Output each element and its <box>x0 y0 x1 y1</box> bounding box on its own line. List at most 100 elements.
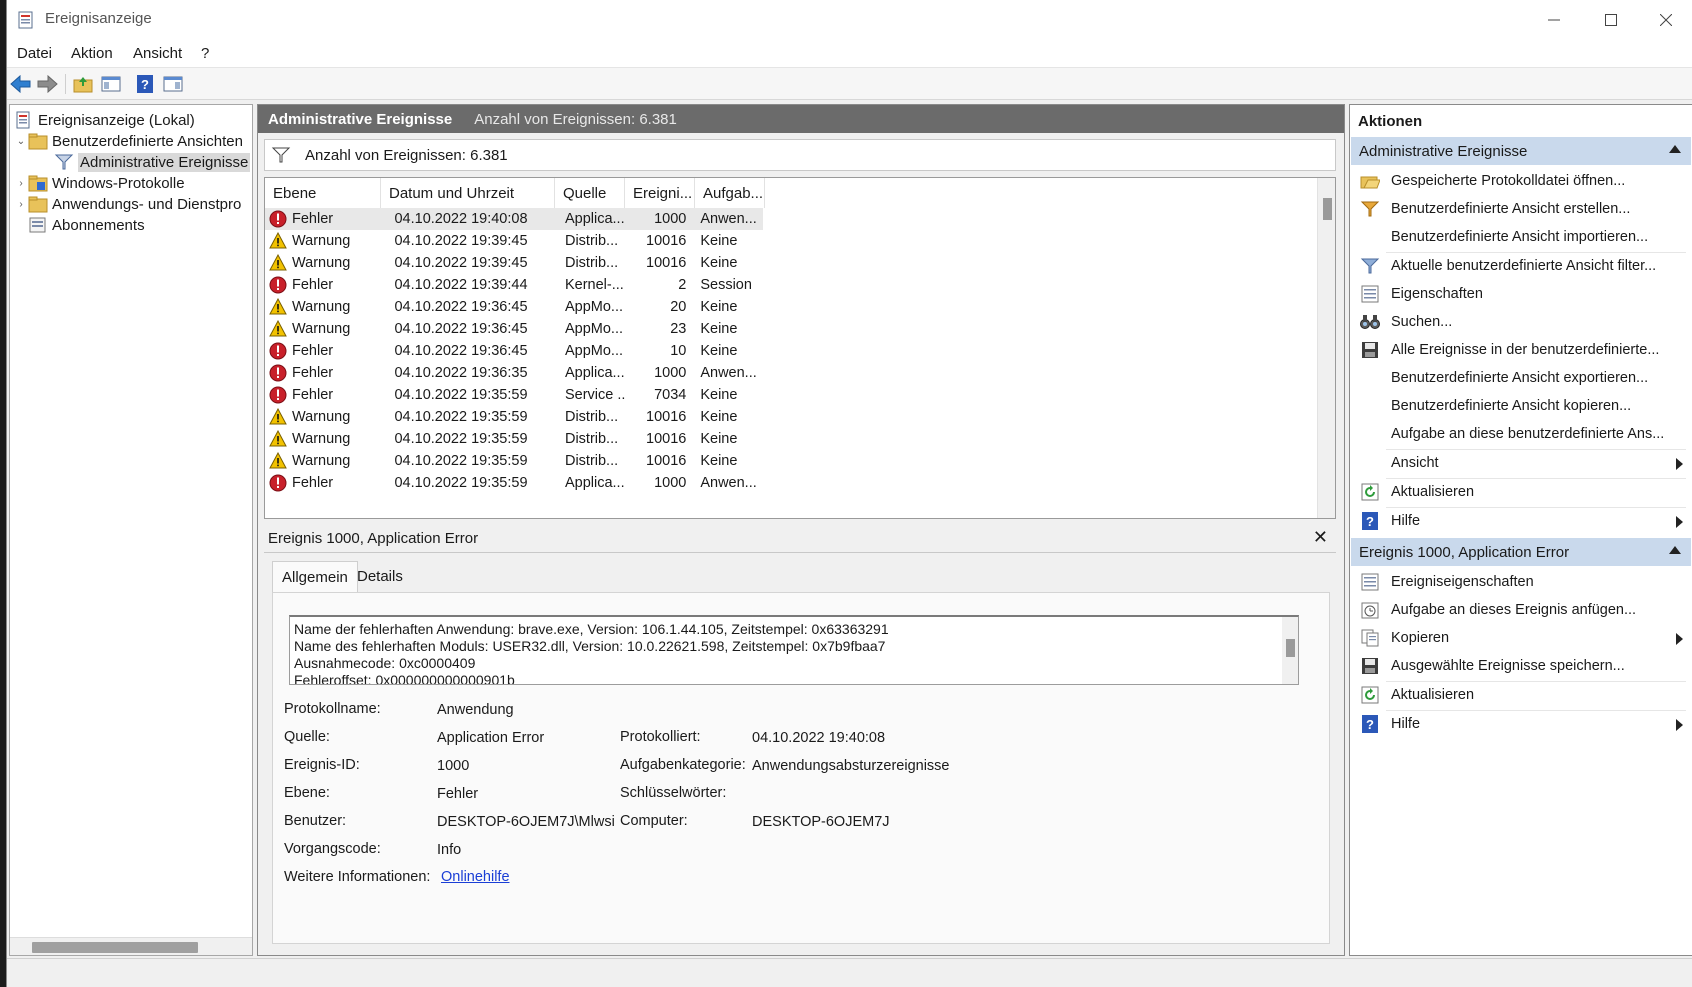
close-button[interactable] <box>1637 0 1692 40</box>
menu-help[interactable]: ? <box>201 45 209 62</box>
action-refresh-event[interactable]: Aktualisieren <box>1351 681 1691 709</box>
scrollbar-thumb[interactable] <box>1286 639 1295 657</box>
event-row[interactable]: Warnung 04.10.2022 19:36:45 AppMo... 20 Kein… <box>265 296 763 318</box>
menu-aktion[interactable]: Aktion <box>71 45 113 62</box>
event-row[interactable]: Fehler 04.10.2022 19:36:45 AppMo... 10 Keine <box>265 340 763 362</box>
minimize-icon <box>1548 19 1560 21</box>
event-detail-title: Ereignis 1000, Application Error <box>268 530 479 547</box>
chevron-right-icon[interactable]: › <box>14 178 28 189</box>
column-header-date[interactable]: Datum und Uhrzeit <box>381 178 555 208</box>
column-header-task-category[interactable]: Aufgab... <box>695 178 765 208</box>
scrollbar-thumb[interactable] <box>1323 198 1332 220</box>
tree-item-label: Abonnements <box>52 216 145 234</box>
event-description[interactable]: Name der fehlerhaften Anwendung: brave.e… <box>289 615 1299 685</box>
event-row[interactable]: Warnung 04.10.2022 19:39:45 Distrib... 1001… <box>265 230 763 252</box>
windows-logs-folder-icon <box>28 175 48 192</box>
event-row[interactable]: Warnung 04.10.2022 19:35:59 Distrib... 1001… <box>265 406 763 428</box>
tree-horizontal-scrollbar[interactable] <box>10 937 252 955</box>
event-level-text: Fehler <box>292 343 334 359</box>
action-copy[interactable]: Kopieren <box>1351 624 1691 652</box>
tree-item-root[interactable]: Ereignisanzeige (Lokal) <box>14 109 195 131</box>
action-view-submenu[interactable]: Ansicht <box>1351 449 1691 477</box>
online-help-link[interactable]: Onlinehilfe <box>441 869 510 885</box>
action-copy-custom-view[interactable]: Benutzerdefinierte Ansicht kopieren... <box>1351 392 1691 420</box>
task-clock-icon <box>1359 600 1381 620</box>
action-properties[interactable]: Eigenschaften <box>1351 280 1691 308</box>
event-row[interactable]: Warnung 04.10.2022 19:35:59 Distrib... 1001… <box>265 428 763 450</box>
action-find[interactable]: Suchen... <box>1351 308 1691 336</box>
chevron-right-icon[interactable]: › <box>14 199 28 210</box>
actions-section-admin-events[interactable]: Administrative Ereignisse <box>1351 137 1691 165</box>
filter-event-count: Anzahl von Ereignissen: 6.381 <box>305 146 508 164</box>
event-id-cell: 23 <box>670 321 687 337</box>
event-id-cell: 10016 <box>646 233 687 249</box>
warning-icon <box>269 298 287 315</box>
action-save-selected-events[interactable]: Ausgewählte Ereignisse speichern... <box>1351 652 1691 680</box>
label-user: Benutzer: <box>284 813 347 829</box>
back-button[interactable] <box>9 73 33 95</box>
tree-item-custom-views[interactable]: ⌄ Benutzerdefinierte Ansichten <box>14 130 243 152</box>
collapse-arrow-icon[interactable] <box>1669 145 1681 153</box>
submenu-arrow-icon <box>1676 516 1683 528</box>
action-save-all-events[interactable]: Alle Ereignisse in der benutzerdefiniert… <box>1351 336 1691 364</box>
maximize-button[interactable] <box>1582 0 1640 40</box>
event-list-vertical-scrollbar[interactable] <box>1317 178 1335 518</box>
tree-item-app-service-logs[interactable]: › Anwendungs- und Dienstpro <box>14 193 241 215</box>
event-id-cell: 10016 <box>646 255 687 271</box>
menu-datei[interactable]: Datei <box>17 45 52 62</box>
event-task-cell: Session <box>700 277 752 293</box>
event-list: Ebene Datum und Uhrzeit Quelle Ereigni..… <box>264 177 1336 519</box>
forward-button[interactable] <box>35 73 59 95</box>
chevron-down-icon[interactable]: ⌄ <box>14 136 28 147</box>
tab-allgemein[interactable]: Allgemein <box>272 561 358 593</box>
event-source-cell: AppMo... <box>564 343 623 359</box>
actions-section-event[interactable]: Ereignis 1000, Application Error <box>1351 538 1691 566</box>
event-row[interactable]: Fehler 04.10.2022 19:36:35 Applica... 1000 A… <box>265 362 763 384</box>
tree-item-subscriptions[interactable]: Abonnements <box>28 214 145 236</box>
action-refresh[interactable]: Aktualisieren <box>1351 478 1691 506</box>
event-row[interactable]: Fehler 04.10.2022 19:39:44 Kernel-... 2 Sess… <box>265 274 763 296</box>
event-task-cell: Keine <box>700 409 738 425</box>
tree-item-windows-logs[interactable]: › Windows-Protokolle <box>14 172 185 194</box>
event-row[interactable]: Fehler 04.10.2022 19:40:08 Applica... 1000 A… <box>265 208 763 230</box>
event-task-cell: Anwen... <box>700 211 757 227</box>
description-scrollbar[interactable] <box>1282 617 1298 684</box>
event-date-cell: 04.10.2022 19:35:59 <box>394 387 528 403</box>
minimize-button[interactable] <box>1525 0 1583 40</box>
event-source-cell: Distrib... <box>564 453 619 469</box>
event-row[interactable]: Warnung 04.10.2022 19:36:45 AppMo... 23 Kein… <box>265 318 763 340</box>
value-event-id: 1000 <box>437 758 470 774</box>
action-attach-task-to-view[interactable]: Aufgabe an diese benutzerdefinierte Ans.… <box>1351 420 1691 448</box>
event-row[interactable]: Fehler 04.10.2022 19:35:59 Applica... 1000 A… <box>265 472 763 494</box>
menu-ansicht[interactable]: Ansicht <box>133 45 182 62</box>
up-folder-button[interactable] <box>71 73 95 95</box>
action-help[interactable]: ? Hilfe <box>1351 507 1691 535</box>
action-attach-task-to-event[interactable]: Aufgabe an dieses Ereignis anfügen... <box>1351 596 1691 624</box>
tree-item-label: Windows-Protokolle <box>52 174 185 192</box>
action-help-event[interactable]: ? Hilfe <box>1351 710 1691 738</box>
arrow-right-icon <box>37 75 58 93</box>
action-open-saved-log[interactable]: Gespeicherte Protokolldatei öffnen... <box>1351 167 1691 195</box>
event-task-cell: Keine <box>700 453 738 469</box>
show-hide-action-pane-button[interactable] <box>161 73 185 95</box>
column-header-level[interactable]: Ebene <box>265 178 381 208</box>
help-button[interactable]: ? <box>133 73 157 95</box>
scrollbar-thumb[interactable] <box>32 942 198 953</box>
event-row[interactable]: Warnung 04.10.2022 19:39:45 Distrib... 1001… <box>265 252 763 274</box>
help-icon: ? <box>1359 714 1381 734</box>
event-date-cell: 04.10.2022 19:35:59 <box>394 431 528 447</box>
tree-item-admin-events[interactable]: Administrative Ereignisse <box>54 151 251 173</box>
show-hide-tree-button[interactable] <box>99 73 123 95</box>
action-filter-current-view[interactable]: Aktuelle benutzerdefinierte Ansicht filt… <box>1351 252 1691 280</box>
action-event-properties[interactable]: Ereigniseigenschaften <box>1351 568 1691 596</box>
event-row[interactable]: Warnung 04.10.2022 19:35:59 Distrib... 1001… <box>265 450 763 472</box>
action-export-custom-view[interactable]: Benutzerdefinierte Ansicht exportieren..… <box>1351 364 1691 392</box>
tab-details[interactable]: Details <box>348 561 412 591</box>
action-import-custom-view[interactable]: Benutzerdefinierte Ansicht importieren..… <box>1351 223 1691 251</box>
close-preview-icon[interactable]: ✕ <box>1313 527 1328 548</box>
event-row[interactable]: Fehler 04.10.2022 19:35:59 Service ... 7034… <box>265 384 763 406</box>
collapse-arrow-icon[interactable] <box>1669 546 1681 554</box>
column-header-event-id[interactable]: Ereigni... <box>625 178 695 208</box>
action-create-custom-view[interactable]: Benutzerdefinierte Ansicht erstellen... <box>1351 195 1691 223</box>
column-header-source[interactable]: Quelle <box>555 178 625 208</box>
